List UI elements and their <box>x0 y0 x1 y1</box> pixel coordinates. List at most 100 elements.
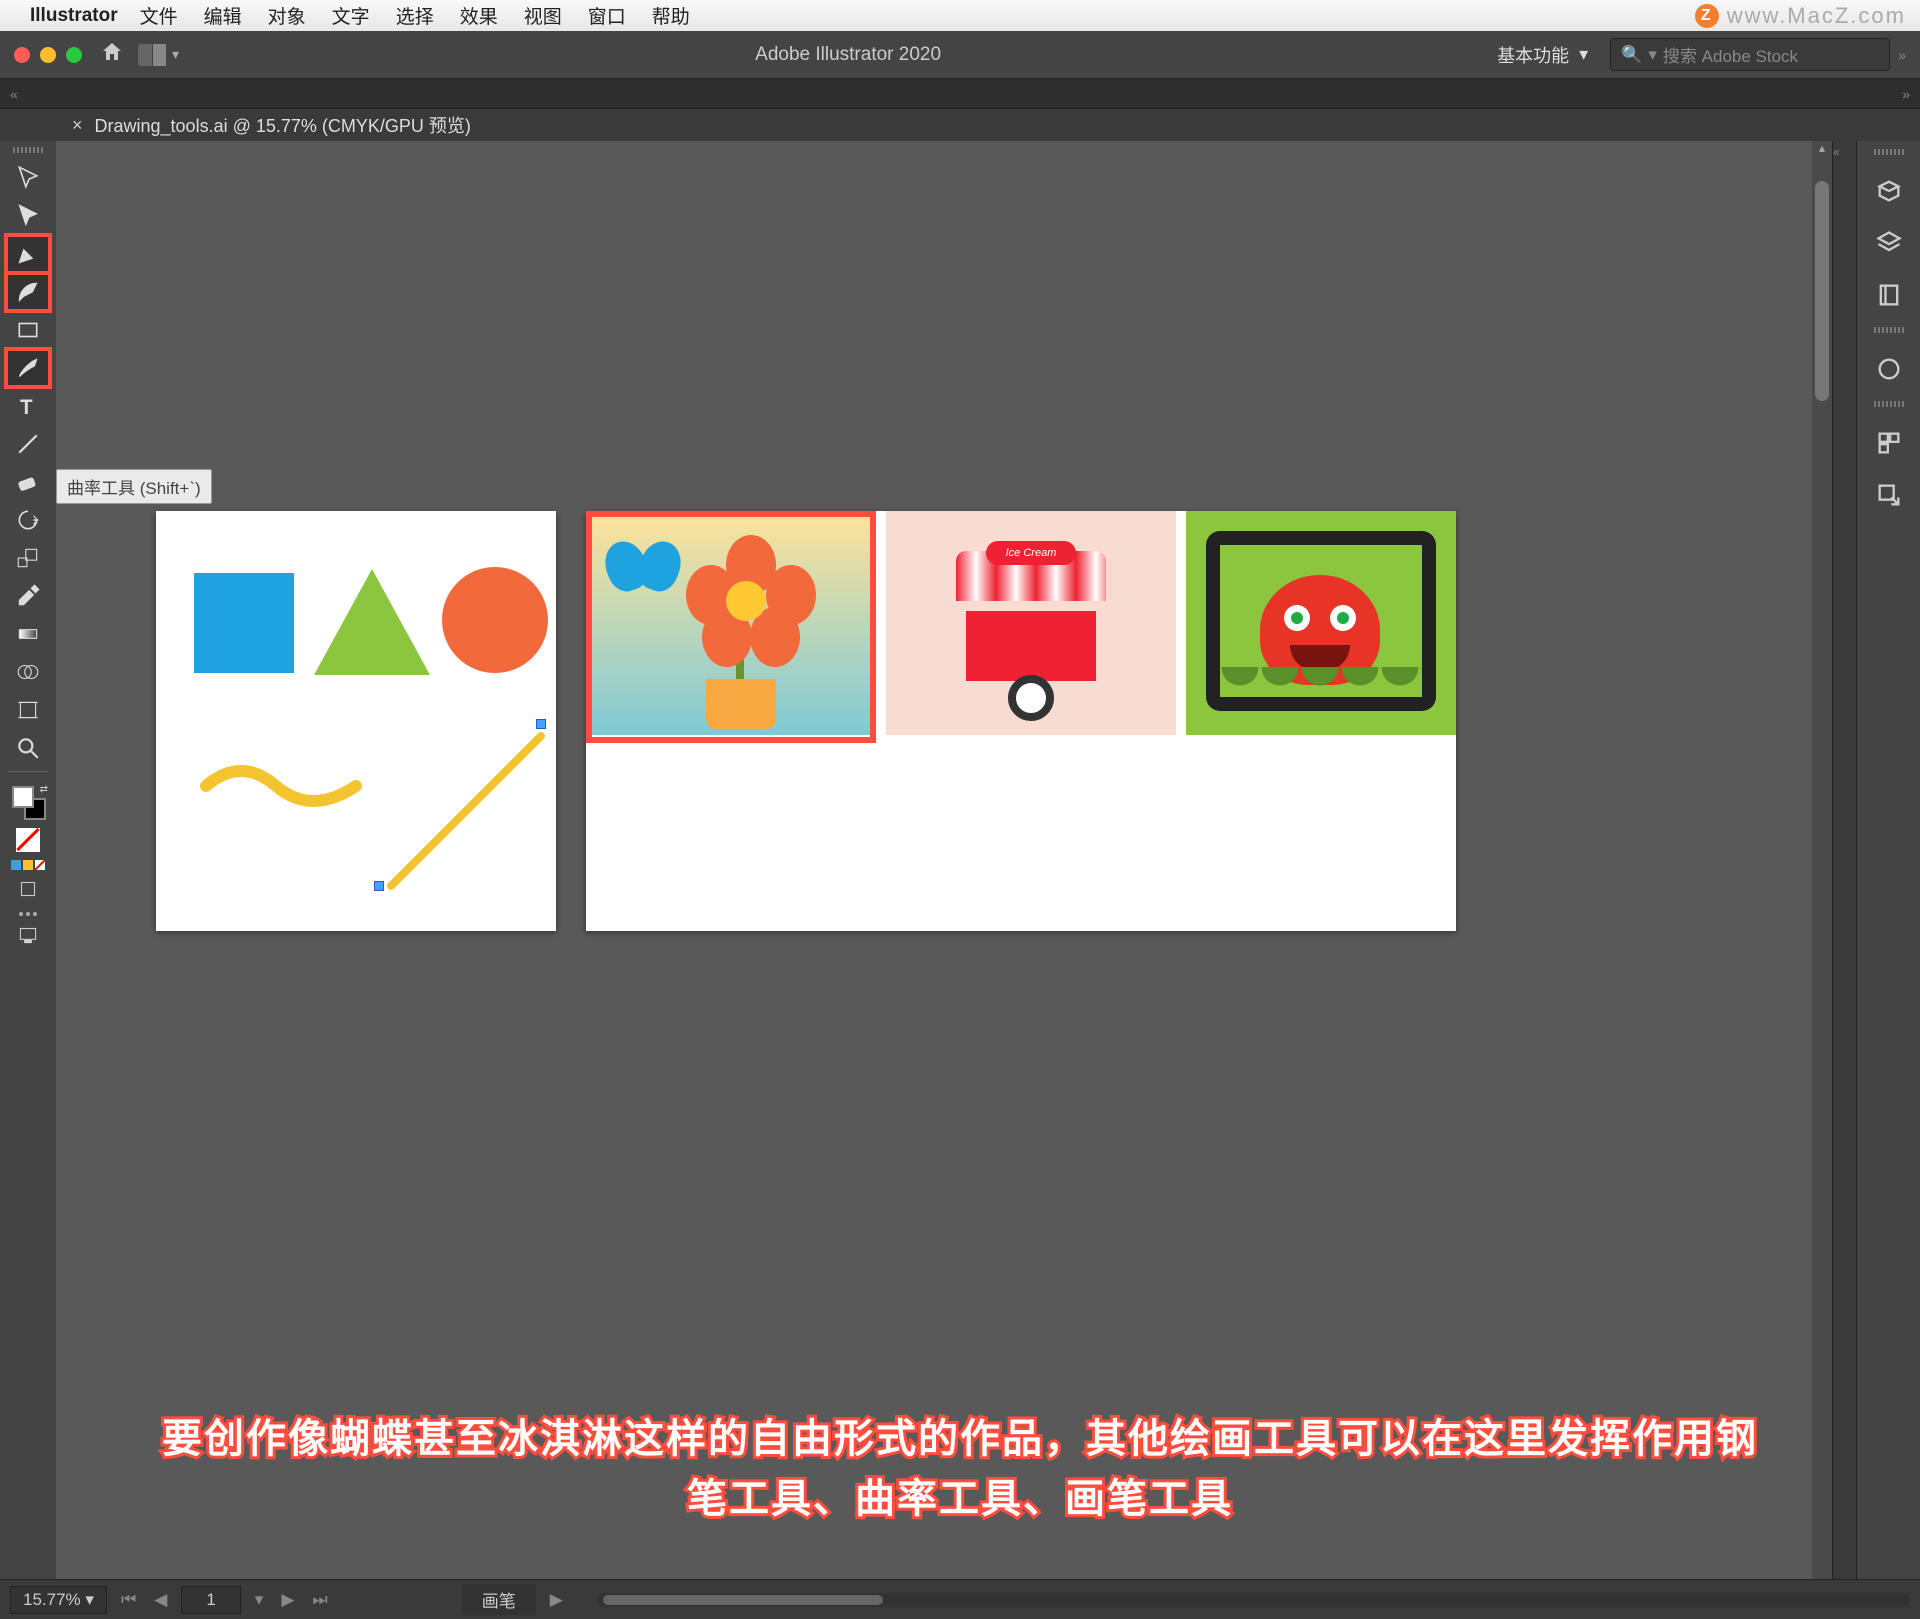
thumb-flower[interactable] <box>586 511 876 735</box>
screen-mode[interactable] <box>6 916 50 954</box>
artboard-1 <box>156 511 556 931</box>
zoom-level[interactable]: 15.77% ▾ <box>10 1586 107 1614</box>
panel-menu-icon[interactable]: ▶ <box>546 1590 567 1610</box>
chevron-down-icon: ▾ <box>1579 44 1588 65</box>
scrollbar-thumb[interactable] <box>603 1595 883 1605</box>
thumb-icecream[interactable]: Ice Cream <box>886 511 1176 735</box>
status-bar: 15.77% ▾ ⏮ ◀ 1 ▾ ▶ ⏭ 画笔 ▶ <box>0 1579 1920 1619</box>
app-name[interactable]: Illustrator <box>30 5 118 27</box>
libraries-panel-icon[interactable] <box>1869 275 1909 315</box>
shape-builder-tool[interactable] <box>6 653 50 691</box>
subbar-left-chevron-icon[interactable]: « <box>10 86 18 102</box>
panel-grip-icon[interactable] <box>1874 327 1904 333</box>
menu-select[interactable]: 选择 <box>396 2 434 29</box>
menu-view[interactable]: 视图 <box>524 2 562 29</box>
tutorial-subtitle: 要创作像蝴蝶甚至冰淇淋这样的自由形式的作品，其他绘画工具可以在这里发挥作用钢 笔… <box>0 1409 1920 1529</box>
home-icon[interactable] <box>100 40 124 70</box>
green-triangle-shape[interactable] <box>314 569 430 675</box>
orange-circle-shape[interactable] <box>442 567 548 673</box>
subtitle-line2: 笔工具、曲率工具、画笔工具 <box>687 1477 1233 1521</box>
flower-pot <box>706 679 776 729</box>
mac-menubar: Illustrator 文件 编辑 对象 文字 选择 效果 视图 窗口 帮助 Z… <box>0 0 1920 31</box>
panel-grip-icon[interactable] <box>1874 401 1904 407</box>
draw-mode[interactable] <box>6 870 50 908</box>
horizontal-scrollbar[interactable] <box>597 1593 1910 1607</box>
canvas[interactable]: Ice Cream <box>56 141 1832 1579</box>
close-window-icon[interactable] <box>14 47 30 63</box>
artboard-tool[interactable] <box>6 691 50 729</box>
fill-stroke-swatches[interactable]: ⇄ <box>6 782 50 824</box>
icecream-cart-icon: Ice Cream <box>956 551 1106 721</box>
prev-artboard-icon[interactable]: ◀ <box>150 1590 171 1610</box>
layout-dropdown-icon[interactable]: ▾ <box>172 46 179 63</box>
eyedropper-tool[interactable] <box>6 577 50 615</box>
status-panel-label[interactable]: 画笔 <box>462 1584 536 1615</box>
swap-colors-icon[interactable]: ⇄ <box>40 784 48 795</box>
search-stock-input[interactable]: 🔍 ▾ 搜索 Adobe Stock <box>1610 38 1890 71</box>
last-artboard-icon[interactable]: ⏭ <box>308 1590 331 1610</box>
scroll-up-icon[interactable]: ▴ <box>1812 141 1832 155</box>
menu-edit[interactable]: 编辑 <box>204 2 242 29</box>
artboards-panel-icon[interactable] <box>1869 423 1909 463</box>
type-tool[interactable]: T <box>6 387 50 425</box>
artboard-dropdown-icon[interactable]: ▾ <box>251 1590 268 1610</box>
menu-type[interactable]: 文字 <box>332 2 370 29</box>
document-tab[interactable]: × Drawing_tools.ai @ 15.77% (CMYK/GPU 预览… <box>56 108 487 142</box>
icecream-sign: Ice Cream <box>986 541 1076 565</box>
yellow-wave-shape[interactable] <box>196 751 366 821</box>
control-bar: « » <box>0 79 1920 109</box>
thumb-monster[interactable] <box>1186 511 1456 735</box>
vertical-scrollbar[interactable]: ▴ <box>1812 141 1832 1579</box>
next-artboard-icon[interactable]: ▶ <box>277 1590 298 1610</box>
rectangle-tool[interactable] <box>6 311 50 349</box>
window-controls <box>14 47 82 63</box>
yellow-line-shape[interactable] <box>376 721 556 901</box>
curvature-tool[interactable] <box>6 273 50 311</box>
scale-tool[interactable] <box>6 539 50 577</box>
fill-swatch[interactable] <box>12 786 34 808</box>
direct-selection-tool[interactable] <box>6 197 50 235</box>
eraser-tool[interactable] <box>6 463 50 501</box>
tool-divider <box>8 771 48 772</box>
maximize-window-icon[interactable] <box>66 47 82 63</box>
collapse-panels-icon[interactable]: » <box>1898 47 1906 63</box>
tools-grip-icon[interactable] <box>13 147 43 153</box>
workspace-switcher[interactable]: 基本功能 ▾ <box>1497 42 1588 68</box>
appearance-panel-icon[interactable] <box>1869 349 1909 389</box>
pen-tool[interactable] <box>6 235 50 273</box>
expand-panels-icon[interactable]: « <box>1833 141 1836 159</box>
menu-object[interactable]: 对象 <box>268 2 306 29</box>
subbar-right-chevron-icon[interactable]: » <box>1902 86 1910 102</box>
menu-help[interactable]: 帮助 <box>652 2 690 29</box>
watermark: Z www.MacZ.com <box>1695 3 1906 29</box>
color-mode-row[interactable] <box>11 860 45 870</box>
right-gutter: « <box>1832 141 1856 1579</box>
anchor-point-icon[interactable] <box>374 881 384 891</box>
no-color-swatch[interactable] <box>16 828 40 852</box>
zoom-tool[interactable] <box>6 729 50 767</box>
menu-file[interactable]: 文件 <box>140 2 178 29</box>
panel-grip-icon[interactable] <box>1874 149 1904 155</box>
scrollbar-thumb[interactable] <box>1815 181 1829 401</box>
close-tab-icon[interactable]: × <box>72 115 83 136</box>
menu-effect[interactable]: 效果 <box>460 2 498 29</box>
document-tabs: × Drawing_tools.ai @ 15.77% (CMYK/GPU 预览… <box>0 109 1920 141</box>
selection-tool[interactable] <box>6 159 50 197</box>
gradient-tool[interactable] <box>6 615 50 653</box>
main-area: T ⇄ 曲率工具 (Shift+`) <box>0 141 1920 1579</box>
paintbrush-tool[interactable] <box>6 349 50 387</box>
export-panel-icon[interactable] <box>1869 475 1909 515</box>
layers-panel-icon[interactable] <box>1869 223 1909 263</box>
menu-window[interactable]: 窗口 <box>588 2 626 29</box>
first-artboard-icon[interactable]: ⏮ <box>117 1590 140 1610</box>
document-layout-switch[interactable] <box>138 44 166 66</box>
app-topbar: ▾ Adobe Illustrator 2020 基本功能 ▾ 🔍 ▾ 搜索 A… <box>0 31 1920 79</box>
rotate-tool[interactable] <box>6 501 50 539</box>
anchor-point-icon[interactable] <box>536 719 546 729</box>
artboard-2: Ice Cream <box>586 511 1456 931</box>
artboard-number[interactable]: 1 <box>181 1586 240 1614</box>
minimize-window-icon[interactable] <box>40 47 56 63</box>
blue-square-shape[interactable] <box>194 573 294 673</box>
line-tool[interactable] <box>6 425 50 463</box>
properties-panel-icon[interactable] <box>1869 171 1909 211</box>
